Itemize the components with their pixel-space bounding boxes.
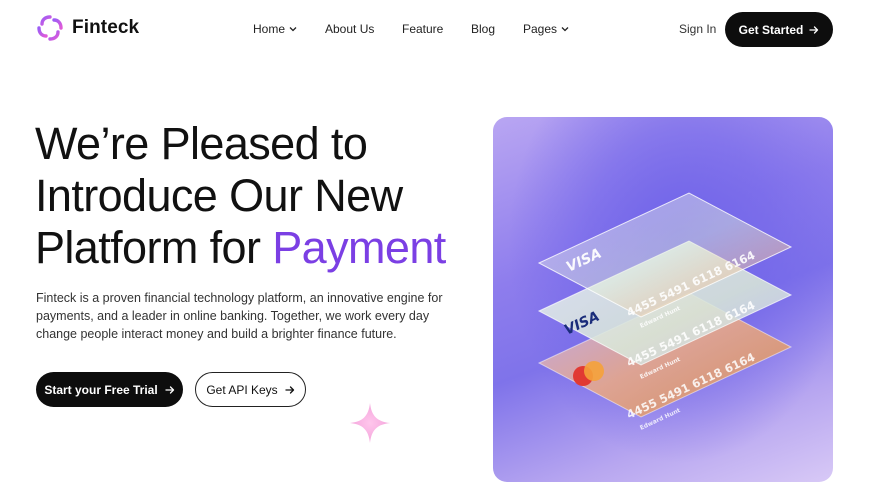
nav-item-label: Pages — [523, 22, 558, 36]
nav-item-home[interactable]: Home — [253, 22, 297, 36]
get-api-keys-button[interactable]: Get API Keys — [195, 372, 306, 407]
brand-name: Finteck — [72, 17, 140, 38]
nav-item-pages[interactable]: Pages — [523, 22, 569, 36]
get-api-keys-label: Get API Keys — [206, 382, 278, 397]
sparkle-icon — [350, 403, 390, 443]
hero-title-line-3: Platform for — [35, 222, 273, 273]
arrow-right-icon — [809, 25, 819, 34]
start-free-trial-label: Start your Free Trial — [44, 382, 158, 397]
get-started-label: Get Started — [738, 22, 804, 37]
chevron-down-icon — [561, 27, 569, 32]
sign-in-link[interactable]: Sign In — [679, 22, 716, 36]
nav-item-label: Home — [253, 22, 286, 36]
hero-title: We’re Pleased to Introduce Our New Platf… — [35, 118, 446, 274]
start-free-trial-button[interactable]: Start your Free Trial — [36, 372, 183, 407]
hero-title-line-1: We’re Pleased to — [35, 118, 368, 169]
arrow-right-icon — [165, 385, 174, 394]
hero-title-accent: Payment — [272, 222, 446, 273]
nav-item-label: Feature — [402, 22, 444, 36]
nav-item-about-us[interactable]: About Us — [325, 22, 374, 36]
get-started-button[interactable]: Get Started — [725, 12, 833, 47]
cards-stack: 4455 5491 6118 6164 Edward Hunt VISA 445… — [537, 192, 793, 432]
nav-item-feature[interactable]: Feature — [402, 22, 443, 36]
payment-cards-illustration: 4455 5491 6118 6164 Edward Hunt VISA 445… — [493, 117, 833, 482]
finteck-logo-icon — [37, 15, 63, 41]
chevron-down-icon — [289, 27, 297, 32]
hero-title-line-2: Introduce Our New — [35, 170, 403, 221]
hero-description: Finteck is a proven financial technology… — [36, 291, 443, 341]
nav-item-label: About Us — [325, 22, 375, 36]
brand-logo[interactable]: Finteck — [36, 14, 139, 42]
nav-item-label: Blog — [471, 22, 496, 36]
arrow-right-icon — [285, 385, 294, 394]
nav-item-blog[interactable]: Blog — [471, 22, 495, 36]
